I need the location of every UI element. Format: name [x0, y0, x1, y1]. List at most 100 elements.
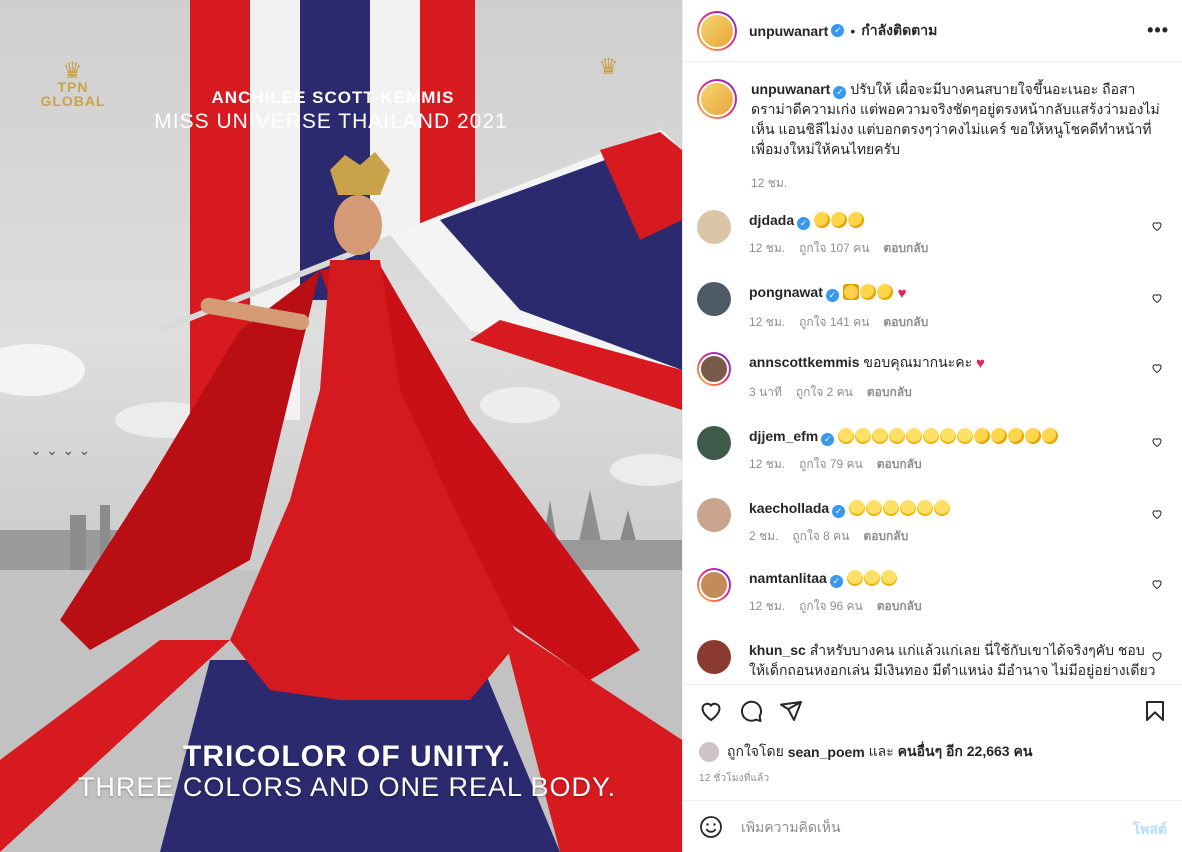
comment-emojis	[849, 500, 951, 516]
like-comment-heart-icon[interactable]	[1151, 220, 1163, 232]
post-actions: ถูกใจโดย sean_poem และ คนอื่นๆ อีก 22,66…	[683, 684, 1182, 794]
comment-username[interactable]: annscottkemmis	[749, 354, 859, 370]
laugh-emoji-icon	[838, 428, 855, 444]
likes-others[interactable]: คนอื่นๆ อีก 22,663 คน	[898, 741, 1033, 763]
comment-text: สำหรับบางคน แก่แล้วแก่เลย นี่ใช้กับเขาได…	[749, 642, 1156, 683]
clap-emoji-icon	[1008, 428, 1025, 444]
reply-button[interactable]: ตอบกลับ	[863, 526, 908, 546]
likes-prefix: ถูกใจโดย	[727, 743, 784, 759]
share-icon[interactable]	[779, 699, 803, 723]
reply-button[interactable]: ตอบกลับ	[867, 382, 912, 402]
laugh-emoji-icon	[866, 500, 883, 516]
avatar[interactable]	[697, 426, 731, 460]
miss-universe-logo: ♛	[598, 54, 620, 79]
avatar[interactable]	[697, 210, 731, 244]
comment-username[interactable]: djjem_efm	[749, 428, 818, 444]
laugh-emoji-icon	[940, 428, 957, 444]
liker-avatar	[699, 742, 719, 762]
heart-icon[interactable]	[699, 699, 723, 723]
post-image[interactable]: ⌄ ⌄ ⌄ ⌄ ♛ TPN GLOBAL ♛ ANCHILEE SCOTT-KEM…	[0, 0, 682, 852]
following-button[interactable]: กำลังติดตาม	[861, 20, 937, 42]
comment-time: 3 นาที	[749, 385, 782, 399]
post-header: unpuwanart ✓ • กำลังติดตาม •••	[683, 0, 1182, 62]
poster-headline: TRICOLOR OF UNITY.	[183, 740, 511, 773]
like-comment-heart-icon[interactable]	[1151, 508, 1163, 520]
comment-likes[interactable]: ถูกใจ 107 คน	[799, 238, 869, 258]
verified-icon: ✓	[831, 24, 845, 37]
bookmark-icon[interactable]	[1143, 699, 1167, 723]
comment-likes[interactable]: ถูกใจ 8 คน	[792, 526, 849, 546]
avatar[interactable]	[697, 10, 737, 51]
comment-username[interactable]: namtanlitaa	[749, 570, 827, 586]
comment-emojis	[846, 570, 898, 586]
comment-item: khun_sc สำหรับบางคน แก่แล้วแก่เลย นี่ใช้…	[697, 640, 1169, 683]
posted-time: 12 ชั่วโมงที่แล้ว	[699, 773, 770, 784]
comment-time: 12 ชม.	[749, 457, 786, 471]
laugh-emoji-icon	[880, 570, 897, 586]
comment-likes[interactable]: ถูกใจ 96 คน	[799, 596, 863, 616]
comment-input[interactable]	[741, 818, 1101, 835]
avatar[interactable]	[697, 498, 731, 532]
comment-text: ขอบคุณมากนะคะ	[863, 354, 973, 370]
post-caption: unpuwanart ✓ ปรับให้ เผื่อจะมีบางคนสบายใจ…	[683, 63, 1182, 193]
poster-title: MISS UNIVERSE THAILAND 2021	[154, 110, 508, 133]
like-comment-heart-icon[interactable]	[1151, 650, 1163, 662]
red-heart-emoji-icon: ♥	[976, 355, 985, 372]
avatar[interactable]	[697, 282, 731, 316]
comment-username[interactable]: khun_sc	[749, 642, 806, 658]
comment-likes[interactable]: ถูกใจ 2 คน	[796, 382, 853, 402]
clap-emoji-icon	[876, 284, 893, 300]
caption-username[interactable]: unpuwanart	[751, 81, 830, 97]
verified-icon: ✓	[825, 289, 839, 302]
poster-subline: THREE COLORS AND ONE REAL BODY.	[77, 772, 617, 802]
laugh-emoji-icon	[923, 428, 940, 444]
comment-username[interactable]: kaechollada	[749, 500, 829, 516]
comment-likes[interactable]: ถูกใจ 141 คน	[799, 312, 869, 332]
likes-user[interactable]: sean_poem	[788, 744, 865, 760]
laugh-emoji-icon	[906, 428, 923, 444]
comment-username[interactable]: pongnawat	[749, 284, 823, 300]
avatar[interactable]	[697, 352, 731, 386]
comments-list[interactable]: unpuwanart ✓ ปรับให้ เผื่อจะมีบางคนสบายใจ…	[683, 63, 1182, 683]
comment-username[interactable]: djdada	[749, 212, 794, 228]
avatar[interactable]	[697, 79, 737, 119]
comment-item: djdada ✓ 12 ชม. ถูกใจ 107 คน ตอบกลับ	[697, 210, 1169, 258]
add-comment-bar: โพสต์	[683, 800, 1182, 852]
verified-icon: ✓	[797, 217, 811, 230]
header-username[interactable]: unpuwanart	[749, 23, 828, 39]
comment-likes[interactable]: ถูกใจ 79 คน	[799, 454, 863, 474]
laugh-emoji-icon	[872, 428, 889, 444]
svg-text:⌄ ⌄ ⌄ ⌄: ⌄ ⌄ ⌄ ⌄	[30, 443, 90, 459]
thumbs-up-emoji-icon	[842, 284, 859, 300]
avatar[interactable]	[697, 568, 731, 602]
laugh-emoji-icon	[957, 428, 974, 444]
more-icon[interactable]: •••	[1147, 20, 1169, 41]
post-button[interactable]: โพสต์	[1133, 819, 1167, 841]
like-comment-heart-icon[interactable]	[1151, 292, 1163, 304]
like-comment-heart-icon[interactable]	[1151, 436, 1163, 448]
like-comment-heart-icon[interactable]	[1151, 362, 1163, 374]
comment-time: 12 ชม.	[749, 241, 786, 255]
comment-icon[interactable]	[739, 699, 763, 723]
likes-summary[interactable]: ถูกใจโดย sean_poem และ คนอื่นๆ อีก 22,66…	[699, 741, 1032, 763]
clap-emoji-icon	[1025, 428, 1042, 444]
reply-button[interactable]: ตอบกลับ	[877, 454, 922, 474]
comment-emojis	[838, 428, 1059, 444]
laugh-emoji-icon	[849, 500, 866, 516]
laugh-emoji-icon	[934, 500, 951, 516]
like-comment-heart-icon[interactable]	[1151, 578, 1163, 590]
reply-button[interactable]: ตอบกลับ	[877, 596, 922, 616]
laugh-emoji-icon	[883, 500, 900, 516]
laugh-emoji-icon	[855, 428, 872, 444]
comment-time: 2 ชม.	[749, 529, 779, 543]
avatar[interactable]	[697, 640, 731, 674]
smile-icon[interactable]	[699, 815, 723, 839]
laugh-emoji-icon	[917, 500, 934, 516]
red-heart-emoji-icon: ♥	[897, 285, 907, 302]
clap-emoji-icon	[814, 212, 831, 228]
reply-button[interactable]: ตอบกลับ	[883, 312, 928, 332]
comment-time: 12 ชม.	[749, 599, 786, 613]
instagram-post-modal: ⌄ ⌄ ⌄ ⌄ ♛ TPN GLOBAL ♛ ANCHILEE SCOTT-KEM…	[0, 0, 1182, 852]
reply-button[interactable]: ตอบกลับ	[883, 238, 928, 258]
clap-emoji-icon	[1042, 428, 1059, 444]
